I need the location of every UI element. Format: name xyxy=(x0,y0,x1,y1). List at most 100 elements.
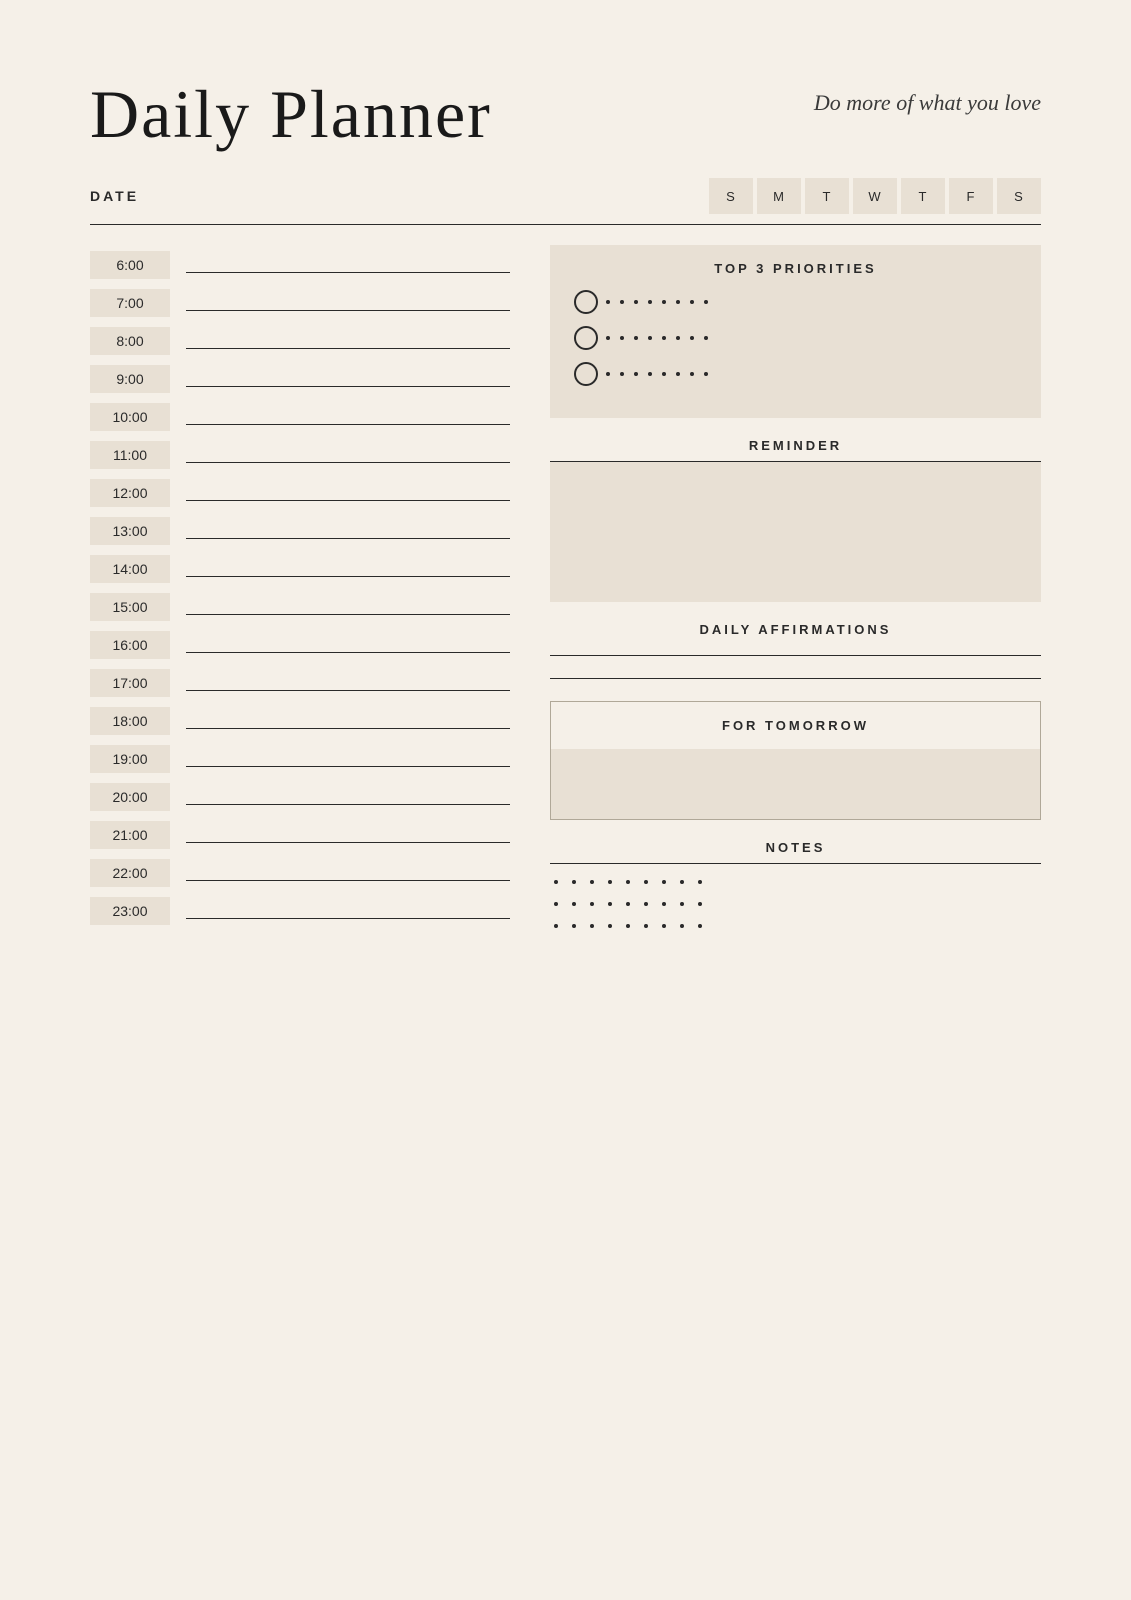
time-row-1600: 16:00 xyxy=(90,625,510,663)
priorities-title: TOP 3 PRIORITIES xyxy=(574,261,1017,276)
priorities-section: TOP 3 PRIORITIES xyxy=(550,245,1041,418)
time-line-1900 xyxy=(186,766,510,767)
title-block: Daily Planner xyxy=(90,80,492,148)
time-label-1200: 12:00 xyxy=(90,479,170,507)
time-line-1000 xyxy=(186,424,510,425)
dot xyxy=(648,372,652,376)
dot xyxy=(608,902,612,906)
reminder-title: REMINDER xyxy=(550,438,1041,453)
reminder-box[interactable] xyxy=(550,462,1041,602)
tomorrow-title: FOR TOMORROW xyxy=(551,702,1040,749)
dot xyxy=(572,902,576,906)
dot xyxy=(662,372,666,376)
time-label-2300: 23:00 xyxy=(90,897,170,925)
time-line-2100 xyxy=(186,842,510,843)
day-w[interactable]: W xyxy=(853,178,897,214)
time-row-1400: 14:00 xyxy=(90,549,510,587)
page-title: Daily Planner xyxy=(90,80,492,148)
time-row-700: 7:00 xyxy=(90,283,510,321)
time-line-1500 xyxy=(186,614,510,615)
dot xyxy=(626,880,630,884)
time-line-600 xyxy=(186,272,510,273)
schedule-column: 6:00 7:00 8:00 9:00 10:00 11:00 xyxy=(90,245,510,946)
day-s1[interactable]: S xyxy=(709,178,753,214)
dot xyxy=(554,924,558,928)
day-t1[interactable]: T xyxy=(805,178,849,214)
time-label-1300: 13:00 xyxy=(90,517,170,545)
notes-title: NOTES xyxy=(550,840,1041,855)
priority-checkbox-3[interactable] xyxy=(574,362,598,386)
priority-row-2 xyxy=(574,326,1017,350)
time-label-1700: 17:00 xyxy=(90,669,170,697)
time-line-700 xyxy=(186,310,510,311)
dot xyxy=(662,924,666,928)
time-label-1600: 16:00 xyxy=(90,631,170,659)
time-row-800: 8:00 xyxy=(90,321,510,359)
dot xyxy=(572,924,576,928)
dot xyxy=(690,372,694,376)
main-content: 6:00 7:00 8:00 9:00 10:00 11:00 xyxy=(90,245,1041,946)
dot xyxy=(676,372,680,376)
time-label-900: 9:00 xyxy=(90,365,170,393)
time-label-1400: 14:00 xyxy=(90,555,170,583)
header-divider xyxy=(90,224,1041,225)
day-t2[interactable]: T xyxy=(901,178,945,214)
date-label: DATE xyxy=(90,188,139,204)
priority-row-3 xyxy=(574,362,1017,386)
notes-divider xyxy=(550,863,1041,864)
notes-section: NOTES xyxy=(550,840,1041,928)
date-row: DATE S M T W T F S xyxy=(90,178,1041,214)
dot xyxy=(606,336,610,340)
dot xyxy=(662,880,666,884)
time-line-2200 xyxy=(186,880,510,881)
time-label-2100: 21:00 xyxy=(90,821,170,849)
dot xyxy=(644,880,648,884)
priority-dots-3 xyxy=(606,372,1017,376)
dot xyxy=(626,902,630,906)
time-row-1000: 10:00 xyxy=(90,397,510,435)
subtitle-block: Do more of what you love xyxy=(814,80,1041,116)
time-row-600: 6:00 xyxy=(90,245,510,283)
priority-checkbox-2[interactable] xyxy=(574,326,598,350)
time-label-1900: 19:00 xyxy=(90,745,170,773)
dot xyxy=(554,880,558,884)
tomorrow-content[interactable] xyxy=(551,749,1040,819)
time-label-1000: 10:00 xyxy=(90,403,170,431)
time-row-2300: 23:00 xyxy=(90,891,510,929)
day-f[interactable]: F xyxy=(949,178,993,214)
time-row-900: 9:00 xyxy=(90,359,510,397)
dot xyxy=(554,902,558,906)
time-label-1800: 18:00 xyxy=(90,707,170,735)
dot xyxy=(690,300,694,304)
header: Daily Planner Do more of what you love xyxy=(90,80,1041,148)
time-line-1400 xyxy=(186,576,510,577)
day-s2[interactable]: S xyxy=(997,178,1041,214)
day-m[interactable]: M xyxy=(757,178,801,214)
time-line-900 xyxy=(186,386,510,387)
dot xyxy=(626,924,630,928)
tomorrow-section: FOR TOMORROW xyxy=(550,701,1041,820)
dot xyxy=(690,336,694,340)
dot xyxy=(620,300,624,304)
affirmations-title: DAILY AFFIRMATIONS xyxy=(550,622,1041,637)
time-row-1800: 18:00 xyxy=(90,701,510,739)
time-line-1600 xyxy=(186,652,510,653)
page: Daily Planner Do more of what you love D… xyxy=(0,0,1131,1600)
dot xyxy=(704,300,708,304)
time-label-2000: 20:00 xyxy=(90,783,170,811)
time-label-600: 6:00 xyxy=(90,251,170,279)
dot xyxy=(648,300,652,304)
dot xyxy=(662,902,666,906)
dot xyxy=(590,880,594,884)
time-row-2200: 22:00 xyxy=(90,853,510,891)
time-row-1700: 17:00 xyxy=(90,663,510,701)
time-label-2200: 22:00 xyxy=(90,859,170,887)
dot xyxy=(662,336,666,340)
dot xyxy=(644,924,648,928)
dot xyxy=(680,880,684,884)
time-row-1300: 13:00 xyxy=(90,511,510,549)
priority-checkbox-1[interactable] xyxy=(574,290,598,314)
dot xyxy=(606,300,610,304)
priority-dots-2 xyxy=(606,336,1017,340)
page-subtitle: Do more of what you love xyxy=(814,90,1041,116)
